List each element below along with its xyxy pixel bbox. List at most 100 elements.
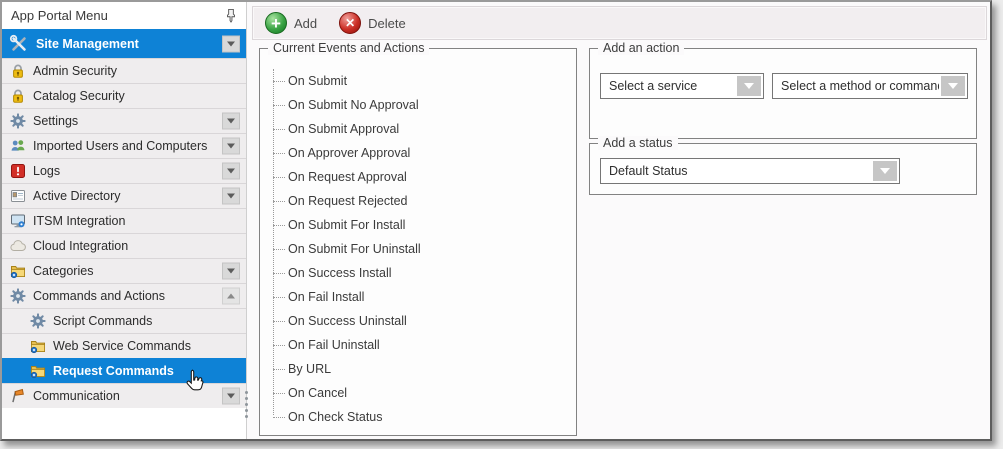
sidebar-item-logs[interactable]: Logs <box>2 158 246 183</box>
toolbar: + Add ✕ Delete <box>252 6 987 40</box>
status-groupbox-title: Add a status <box>598 136 678 150</box>
status-select-value: Default Status <box>601 164 871 178</box>
sidebar-item-label: Communication <box>33 389 120 403</box>
event-item-label: On Approver Approval <box>288 146 410 160</box>
action-groupbox: Add an action Select a service Select a … <box>589 48 977 139</box>
event-item[interactable]: By URL <box>260 357 576 381</box>
add-icon: + <box>265 12 287 34</box>
lock-icon <box>10 63 26 79</box>
gear-icon <box>30 313 46 329</box>
sidebar-item-label: Active Directory <box>33 189 121 203</box>
sidebar-item-commands-and-actions[interactable]: Commands and Actions <box>2 283 246 308</box>
folder-gear-icon <box>30 363 46 379</box>
sidebar-item-label: Site Management <box>36 37 139 51</box>
gear-icon <box>10 113 26 129</box>
folder-gear-icon <box>10 263 26 279</box>
event-item[interactable]: On Fail Install <box>260 285 576 309</box>
sidebar-item-script-commands[interactable]: Script Commands <box>2 308 246 333</box>
sidebar-item-categories[interactable]: Categories <box>2 258 246 283</box>
sidebar-header: App Portal Menu <box>2 2 246 29</box>
event-item-label: On Submit For Uninstall <box>288 242 421 256</box>
chevron-up-icon[interactable] <box>222 288 240 305</box>
event-item[interactable]: On Cancel <box>260 381 576 405</box>
sidebar-item-admin-security[interactable]: Admin Security <box>2 58 246 83</box>
delete-icon: ✕ <box>339 12 361 34</box>
status-select[interactable]: Default Status <box>600 158 900 184</box>
chevron-down-icon[interactable] <box>222 188 240 205</box>
gear-icon <box>10 288 26 304</box>
sidebar-item-itsm-integration[interactable]: ITSM Integration <box>2 208 246 233</box>
event-item[interactable]: On Success Uninstall <box>260 309 576 333</box>
event-item-label: On Success Install <box>288 266 392 280</box>
method-select-value: Select a method or command <box>773 79 939 93</box>
sidebar-item-web-service-commands[interactable]: Web Service Commands <box>2 333 246 358</box>
chevron-down-icon[interactable] <box>222 35 240 52</box>
event-item[interactable]: On Success Install <box>260 261 576 285</box>
event-item-label: On Success Uninstall <box>288 314 407 328</box>
event-item[interactable]: On Approver Approval <box>260 141 576 165</box>
sidebar-item-request-commands[interactable]: Request Commands <box>2 358 246 383</box>
add-button[interactable]: + Add <box>265 12 317 34</box>
screen: App Portal Menu Site Management Admin Se… <box>0 0 1003 449</box>
event-item-label: On Request Approval <box>288 170 407 184</box>
event-item-label: By URL <box>288 362 331 376</box>
sidebar-item-communication[interactable]: Communication <box>2 383 246 408</box>
status-groupbox: Add a status Default Status <box>589 143 977 195</box>
chevron-down-icon[interactable] <box>941 76 965 96</box>
chevron-down-icon[interactable] <box>222 163 240 180</box>
events-tree: On Submit On Submit No Approval On Submi… <box>260 49 576 429</box>
event-item[interactable]: On Request Rejected <box>260 189 576 213</box>
sidebar-item-label: Script Commands <box>53 314 152 328</box>
cloud-icon <box>10 238 26 254</box>
sidebar: App Portal Menu Site Management Admin Se… <box>2 2 246 439</box>
event-item[interactable]: On Submit For Uninstall <box>260 237 576 261</box>
sidebar-item-label: Settings <box>33 114 78 128</box>
action-groupbox-title: Add an action <box>598 41 684 55</box>
event-item[interactable]: On Request Approval <box>260 165 576 189</box>
sidebar-item-site-management[interactable]: Site Management <box>2 29 246 58</box>
sidebar-item-label: Web Service Commands <box>53 339 191 353</box>
method-select[interactable]: Select a method or command <box>772 73 968 99</box>
sidebar-item-catalog-security[interactable]: Catalog Security <box>2 83 246 108</box>
sidebar-item-label: Admin Security <box>33 64 117 78</box>
sidebar-item-settings[interactable]: Settings <box>2 108 246 133</box>
sidebar-item-cloud-integration[interactable]: Cloud Integration <box>2 233 246 258</box>
events-groupbox: Current Events and Actions On Submit On … <box>259 48 577 436</box>
event-item-label: On Request Rejected <box>288 194 408 208</box>
chevron-down-icon[interactable] <box>222 388 240 405</box>
chevron-down-icon[interactable] <box>222 263 240 280</box>
app-window: App Portal Menu Site Management Admin Se… <box>0 0 992 441</box>
monitor-gear-icon <box>10 213 26 229</box>
event-item[interactable]: On Check Status <box>260 405 576 429</box>
service-select-value: Select a service <box>601 79 735 93</box>
event-item-label: On Check Status <box>288 410 383 424</box>
chevron-down-icon[interactable] <box>222 138 240 155</box>
sidebar-item-label: Commands and Actions <box>33 289 165 303</box>
event-item[interactable]: On Submit Approval <box>260 117 576 141</box>
error-log-icon <box>10 163 26 179</box>
chevron-down-icon[interactable] <box>873 161 897 181</box>
chevron-down-icon[interactable] <box>222 113 240 130</box>
delete-button[interactable]: ✕ Delete <box>339 12 406 34</box>
event-item[interactable]: On Submit For Install <box>260 213 576 237</box>
event-item-label: On Submit No Approval <box>288 98 419 112</box>
splitter-handle[interactable] <box>244 388 249 421</box>
sidebar-title: App Portal Menu <box>11 8 108 23</box>
lock-icon <box>10 88 26 104</box>
sidebar-item-label: Request Commands <box>53 364 174 378</box>
delete-button-label: Delete <box>368 16 406 31</box>
event-item-label: On Submit <box>288 74 347 88</box>
sidebar-item-label: Imported Users and Computers <box>33 139 207 153</box>
megaphone-icon <box>10 388 26 404</box>
event-item[interactable]: On Fail Uninstall <box>260 333 576 357</box>
chevron-down-icon[interactable] <box>737 76 761 96</box>
sidebar-item-active-directory[interactable]: Active Directory <box>2 183 246 208</box>
sidebar-item-label: Logs <box>33 164 60 178</box>
users-icon <box>10 138 26 154</box>
service-select[interactable]: Select a service <box>600 73 764 99</box>
sidebar-item-imported-users-and-computers[interactable]: Imported Users and Computers <box>2 133 246 158</box>
event-item[interactable]: On Submit No Approval <box>260 93 576 117</box>
sidebar-item-label: ITSM Integration <box>33 214 125 228</box>
pin-icon[interactable] <box>223 8 239 23</box>
event-item[interactable]: On Submit <box>260 69 576 93</box>
